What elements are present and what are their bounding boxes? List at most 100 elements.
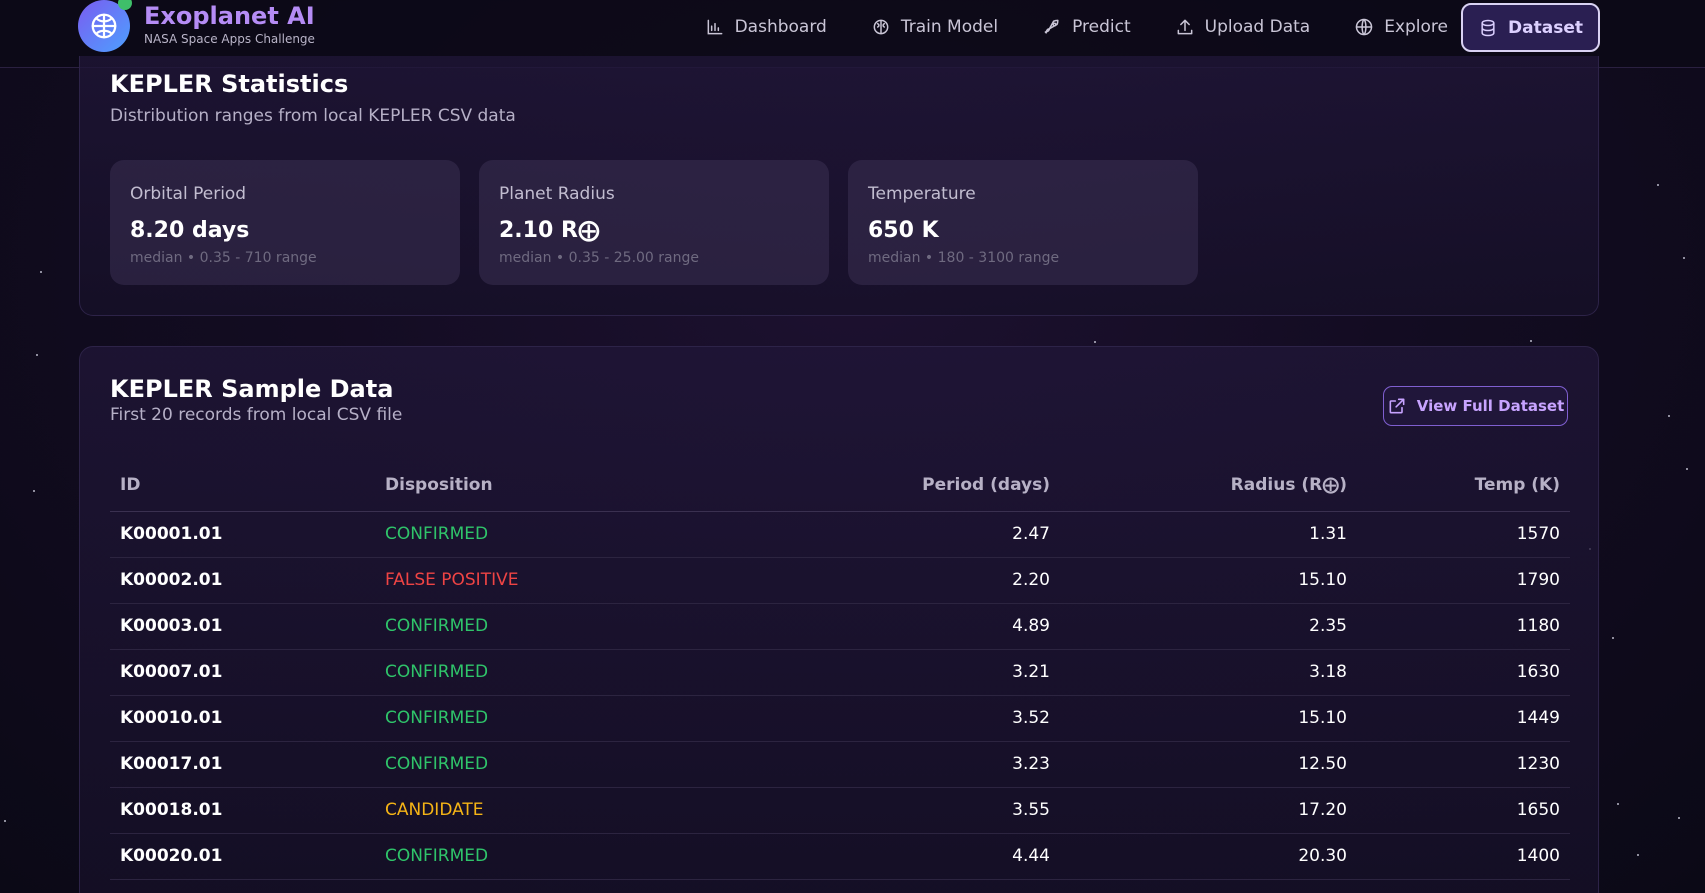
table-row[interactable]: K00020.01 CONFIRMED 4.44 20.30 1400 bbox=[110, 833, 1570, 880]
stat-note: median • 0.35 - 25.00 range bbox=[499, 250, 699, 266]
online-dot bbox=[118, 0, 132, 10]
globe-icon bbox=[1355, 18, 1373, 36]
column-header-radius[interactable]: Radius (R⨁) bbox=[1060, 459, 1357, 512]
statistics-subtitle: Distribution ranges from local KEPLER CS… bbox=[110, 106, 516, 126]
nav-explore-label: Explore bbox=[1384, 17, 1448, 37]
cell-temp: 1230 bbox=[1357, 741, 1570, 788]
stat-label: Planet Radius bbox=[499, 184, 615, 204]
table-row[interactable]: K00010.01 CONFIRMED 3.52 15.10 1449 bbox=[110, 695, 1570, 742]
cell-temp: 1449 bbox=[1357, 695, 1570, 742]
sample-data-title: KEPLER Sample Data bbox=[110, 375, 394, 403]
view-full-dataset-label: View Full Dataset bbox=[1416, 397, 1565, 415]
cell-id: K00002.01 bbox=[110, 557, 375, 604]
brain-logo-icon bbox=[91, 13, 117, 39]
cell-period: 3.52 bbox=[760, 695, 1060, 742]
cell-radius: 12.50 bbox=[1060, 741, 1357, 788]
database-icon bbox=[1481, 19, 1495, 36]
stat-card-planet-radius: Planet Radius 2.10 R⨁ median • 0.35 - 25… bbox=[479, 160, 829, 285]
cell-id: K00020.01 bbox=[110, 833, 375, 880]
cell-id: K00007.01 bbox=[110, 649, 375, 696]
cell-period: 2.47 bbox=[760, 511, 1060, 558]
stat-note: median • 180 - 3100 range bbox=[868, 250, 1060, 266]
table-row[interactable]: K00018.01 CANDIDATE 3.55 17.20 1650 bbox=[110, 787, 1570, 834]
cell-id: K00003.01 bbox=[110, 603, 375, 650]
cell-disposition: CANDIDATE bbox=[375, 787, 760, 834]
nav-predict-label: Predict bbox=[1072, 17, 1131, 37]
nav-dashboard-label: Dashboard bbox=[734, 17, 827, 37]
cell-radius: 2.35 bbox=[1060, 603, 1357, 650]
table-row[interactable]: K00001.01 CONFIRMED 2.47 1.31 1570 bbox=[110, 511, 1570, 558]
cell-disposition: CONFIRMED bbox=[375, 603, 760, 650]
brain-icon bbox=[873, 19, 889, 35]
statistics-title: KEPLER Statistics bbox=[110, 70, 349, 98]
nav-upload-data-label: Upload Data bbox=[1204, 17, 1311, 37]
cell-period: 3.55 bbox=[760, 787, 1060, 834]
nav-dataset[interactable]: Dataset bbox=[1461, 3, 1600, 52]
cell-period: 2.20 bbox=[760, 557, 1060, 604]
cell-disposition: CONFIRMED bbox=[375, 695, 760, 742]
cell-temp: 1630 bbox=[1357, 649, 1570, 696]
app-subtitle: NASA Space Apps Challenge bbox=[144, 32, 315, 46]
cell-period: 4.89 bbox=[760, 603, 1060, 650]
cell-radius: 15.10 bbox=[1060, 557, 1357, 604]
cell-id: K00001.01 bbox=[110, 511, 375, 558]
stat-label: Orbital Period bbox=[130, 184, 247, 204]
cell-disposition: CONFIRMED bbox=[375, 511, 760, 558]
statistics-panel: KEPLER Statistics Distribution ranges fr… bbox=[79, 56, 1599, 316]
cell-id: K00018.01 bbox=[110, 787, 375, 834]
cell-disposition: CONFIRMED bbox=[375, 741, 760, 788]
cell-disposition: CONFIRMED bbox=[375, 833, 760, 880]
stat-label: Temperature bbox=[868, 184, 976, 204]
cell-radius: 1.31 bbox=[1060, 511, 1357, 558]
nav-dataset-label: Dataset bbox=[1508, 17, 1583, 38]
sample-data-table: ID Disposition Period (days) Radius (R⨁)… bbox=[110, 459, 1570, 880]
sample-data-subtitle: First 20 records from local CSV file bbox=[110, 405, 403, 425]
cell-temp: 1570 bbox=[1357, 511, 1570, 558]
cell-period: 3.23 bbox=[760, 741, 1060, 788]
cell-temp: 1650 bbox=[1357, 787, 1570, 834]
cell-temp: 1400 bbox=[1357, 833, 1570, 880]
nav-dashboard[interactable]: Dashboard bbox=[683, 0, 849, 54]
bar-chart-icon bbox=[707, 19, 723, 35]
cell-radius: 20.30 bbox=[1060, 833, 1357, 880]
column-header-temp[interactable]: Temp (K) bbox=[1357, 459, 1570, 512]
cell-id: K00017.01 bbox=[110, 741, 375, 788]
table-row[interactable]: K00017.01 CONFIRMED 3.23 12.50 1230 bbox=[110, 741, 1570, 788]
column-header-id[interactable]: ID bbox=[110, 459, 375, 512]
nav-explore[interactable]: Explore bbox=[1332, 0, 1470, 54]
cell-disposition: CONFIRMED bbox=[375, 649, 760, 696]
cell-radius: 15.10 bbox=[1060, 695, 1357, 742]
view-full-dataset-button[interactable]: View Full Dataset bbox=[1383, 386, 1568, 426]
cell-period: 3.21 bbox=[760, 649, 1060, 696]
main-nav: Dashboard Train Model Predict Upload Dat… bbox=[683, 0, 1470, 54]
nav-train-model[interactable]: Train Model bbox=[849, 0, 1020, 54]
cell-disposition: FALSE POSITIVE bbox=[375, 557, 760, 604]
cell-temp: 1790 bbox=[1357, 557, 1570, 604]
nav-upload-data[interactable]: Upload Data bbox=[1153, 0, 1333, 54]
rocket-icon bbox=[1044, 19, 1059, 34]
upload-icon bbox=[1177, 19, 1193, 35]
logo bbox=[78, 0, 132, 52]
app-title: Exoplanet AI bbox=[144, 2, 315, 30]
column-header-period[interactable]: Period (days) bbox=[760, 459, 1060, 512]
cell-radius: 3.18 bbox=[1060, 649, 1357, 696]
sample-data-panel: KEPLER Sample Data First 20 records from… bbox=[79, 346, 1599, 893]
stat-value: 8.20 days bbox=[130, 218, 250, 243]
stat-card-orbital-period: Orbital Period 8.20 days median • 0.35 -… bbox=[110, 160, 460, 285]
nav-predict[interactable]: Predict bbox=[1020, 0, 1153, 54]
column-header-disposition[interactable]: Disposition bbox=[375, 459, 760, 512]
stat-value: 650 K bbox=[868, 218, 939, 243]
stat-value: 2.10 R⨁ bbox=[499, 218, 600, 243]
table-row[interactable]: K00002.01 FALSE POSITIVE 2.20 15.10 1790 bbox=[110, 557, 1570, 604]
stat-card-temperature: Temperature 650 K median • 180 - 3100 ra… bbox=[848, 160, 1198, 285]
cell-period: 4.44 bbox=[760, 833, 1060, 880]
table-row[interactable]: K00003.01 CONFIRMED 4.89 2.35 1180 bbox=[110, 603, 1570, 650]
cell-id: K00010.01 bbox=[110, 695, 375, 742]
cell-radius: 17.20 bbox=[1060, 787, 1357, 834]
stat-note: median • 0.35 - 710 range bbox=[130, 250, 317, 266]
external-link-icon bbox=[1389, 398, 1405, 414]
table-body: K00001.01 CONFIRMED 2.47 1.31 1570 K00002.01 F… bbox=[110, 511, 1570, 880]
brand[interactable]: Exoplanet AI NASA Space Apps Challenge bbox=[78, 0, 315, 52]
cell-temp: 1180 bbox=[1357, 603, 1570, 650]
table-row[interactable]: K00007.01 CONFIRMED 3.21 3.18 1630 bbox=[110, 649, 1570, 696]
